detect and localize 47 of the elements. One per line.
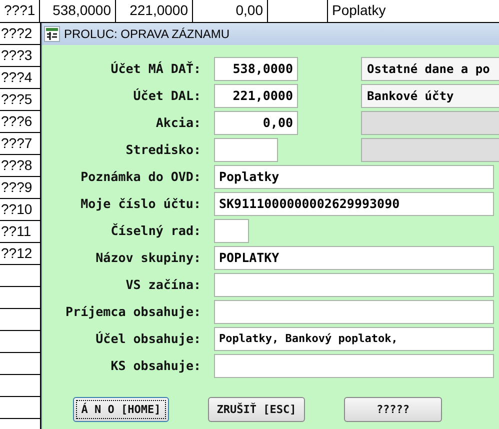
input-field[interactable] bbox=[214, 219, 249, 243]
field-label: KS obsahuje: bbox=[110, 357, 201, 375]
field-label: Príjemca obsahuje: bbox=[66, 303, 201, 321]
table-cell: ??10 bbox=[0, 199, 40, 221]
input-field[interactable] bbox=[214, 138, 278, 162]
field-label: Účet DAL: bbox=[133, 87, 201, 105]
field-label: Poznámka do OVD: bbox=[80, 168, 201, 186]
field-label: Účel obsahuje: bbox=[96, 330, 201, 348]
dialog-button[interactable]: ????? bbox=[344, 397, 442, 422]
app-icon bbox=[44, 26, 60, 42]
field-label: Účet MÁ DAŤ: bbox=[110, 60, 201, 78]
table-cell: ???1 bbox=[0, 0, 40, 22]
table-cell: 538,0000 bbox=[40, 0, 116, 22]
table-cell: ???4 bbox=[0, 67, 40, 89]
lookup-field: Bankové účty bbox=[361, 84, 499, 108]
field-label: Akcia: bbox=[156, 114, 201, 132]
table-cell: ???6 bbox=[0, 111, 40, 133]
table-cell: ???8 bbox=[0, 155, 40, 177]
input-field[interactable]: Poplatky bbox=[214, 165, 494, 189]
table-cell: ??12 bbox=[0, 243, 40, 265]
table-cell: ???2 bbox=[0, 23, 40, 45]
table-cell: 221,0000 bbox=[116, 0, 193, 22]
field-label: VS začína: bbox=[126, 276, 201, 294]
table-cell: ???7 bbox=[0, 133, 40, 155]
table-cell-text: Poplatky bbox=[331, 1, 387, 20]
field-label: Názov skupiny: bbox=[96, 249, 201, 267]
input-field[interactable]: POPLATKY bbox=[214, 246, 494, 270]
field-label: Moje číslo účtu: bbox=[80, 195, 201, 213]
dialog-button[interactable]: Á N O [HOME] bbox=[73, 397, 169, 422]
table-cell: ???9 bbox=[0, 177, 40, 199]
table-cell: ??11 bbox=[0, 221, 40, 243]
table-cell: ???3 bbox=[0, 45, 40, 67]
input-field[interactable]: 538,0000 bbox=[214, 57, 298, 81]
input-field[interactable]: SK9111000000002629993090 bbox=[214, 192, 494, 216]
input-field[interactable]: 0,00 bbox=[214, 111, 298, 135]
input-field[interactable] bbox=[214, 300, 494, 324]
input-field[interactable] bbox=[214, 273, 494, 297]
field-label: Stredisko: bbox=[126, 141, 201, 159]
table-cell: 0,00 bbox=[193, 0, 268, 22]
dialog-button[interactable]: ZRUŠIŤ [ESC] bbox=[208, 397, 305, 422]
input-field[interactable]: Poplatky, Bankový poplatok, bbox=[214, 327, 494, 351]
table-cell: ???5 bbox=[0, 89, 40, 111]
field-label: Číselný rad: bbox=[110, 222, 201, 240]
window-title: PROLUC: OPRAVA ZÁZNAMU bbox=[64, 27, 230, 41]
input-field[interactable]: 221,0000 bbox=[214, 84, 298, 108]
input-field[interactable] bbox=[214, 354, 494, 378]
lookup-field: Ostatné dane a po bbox=[361, 57, 499, 81]
